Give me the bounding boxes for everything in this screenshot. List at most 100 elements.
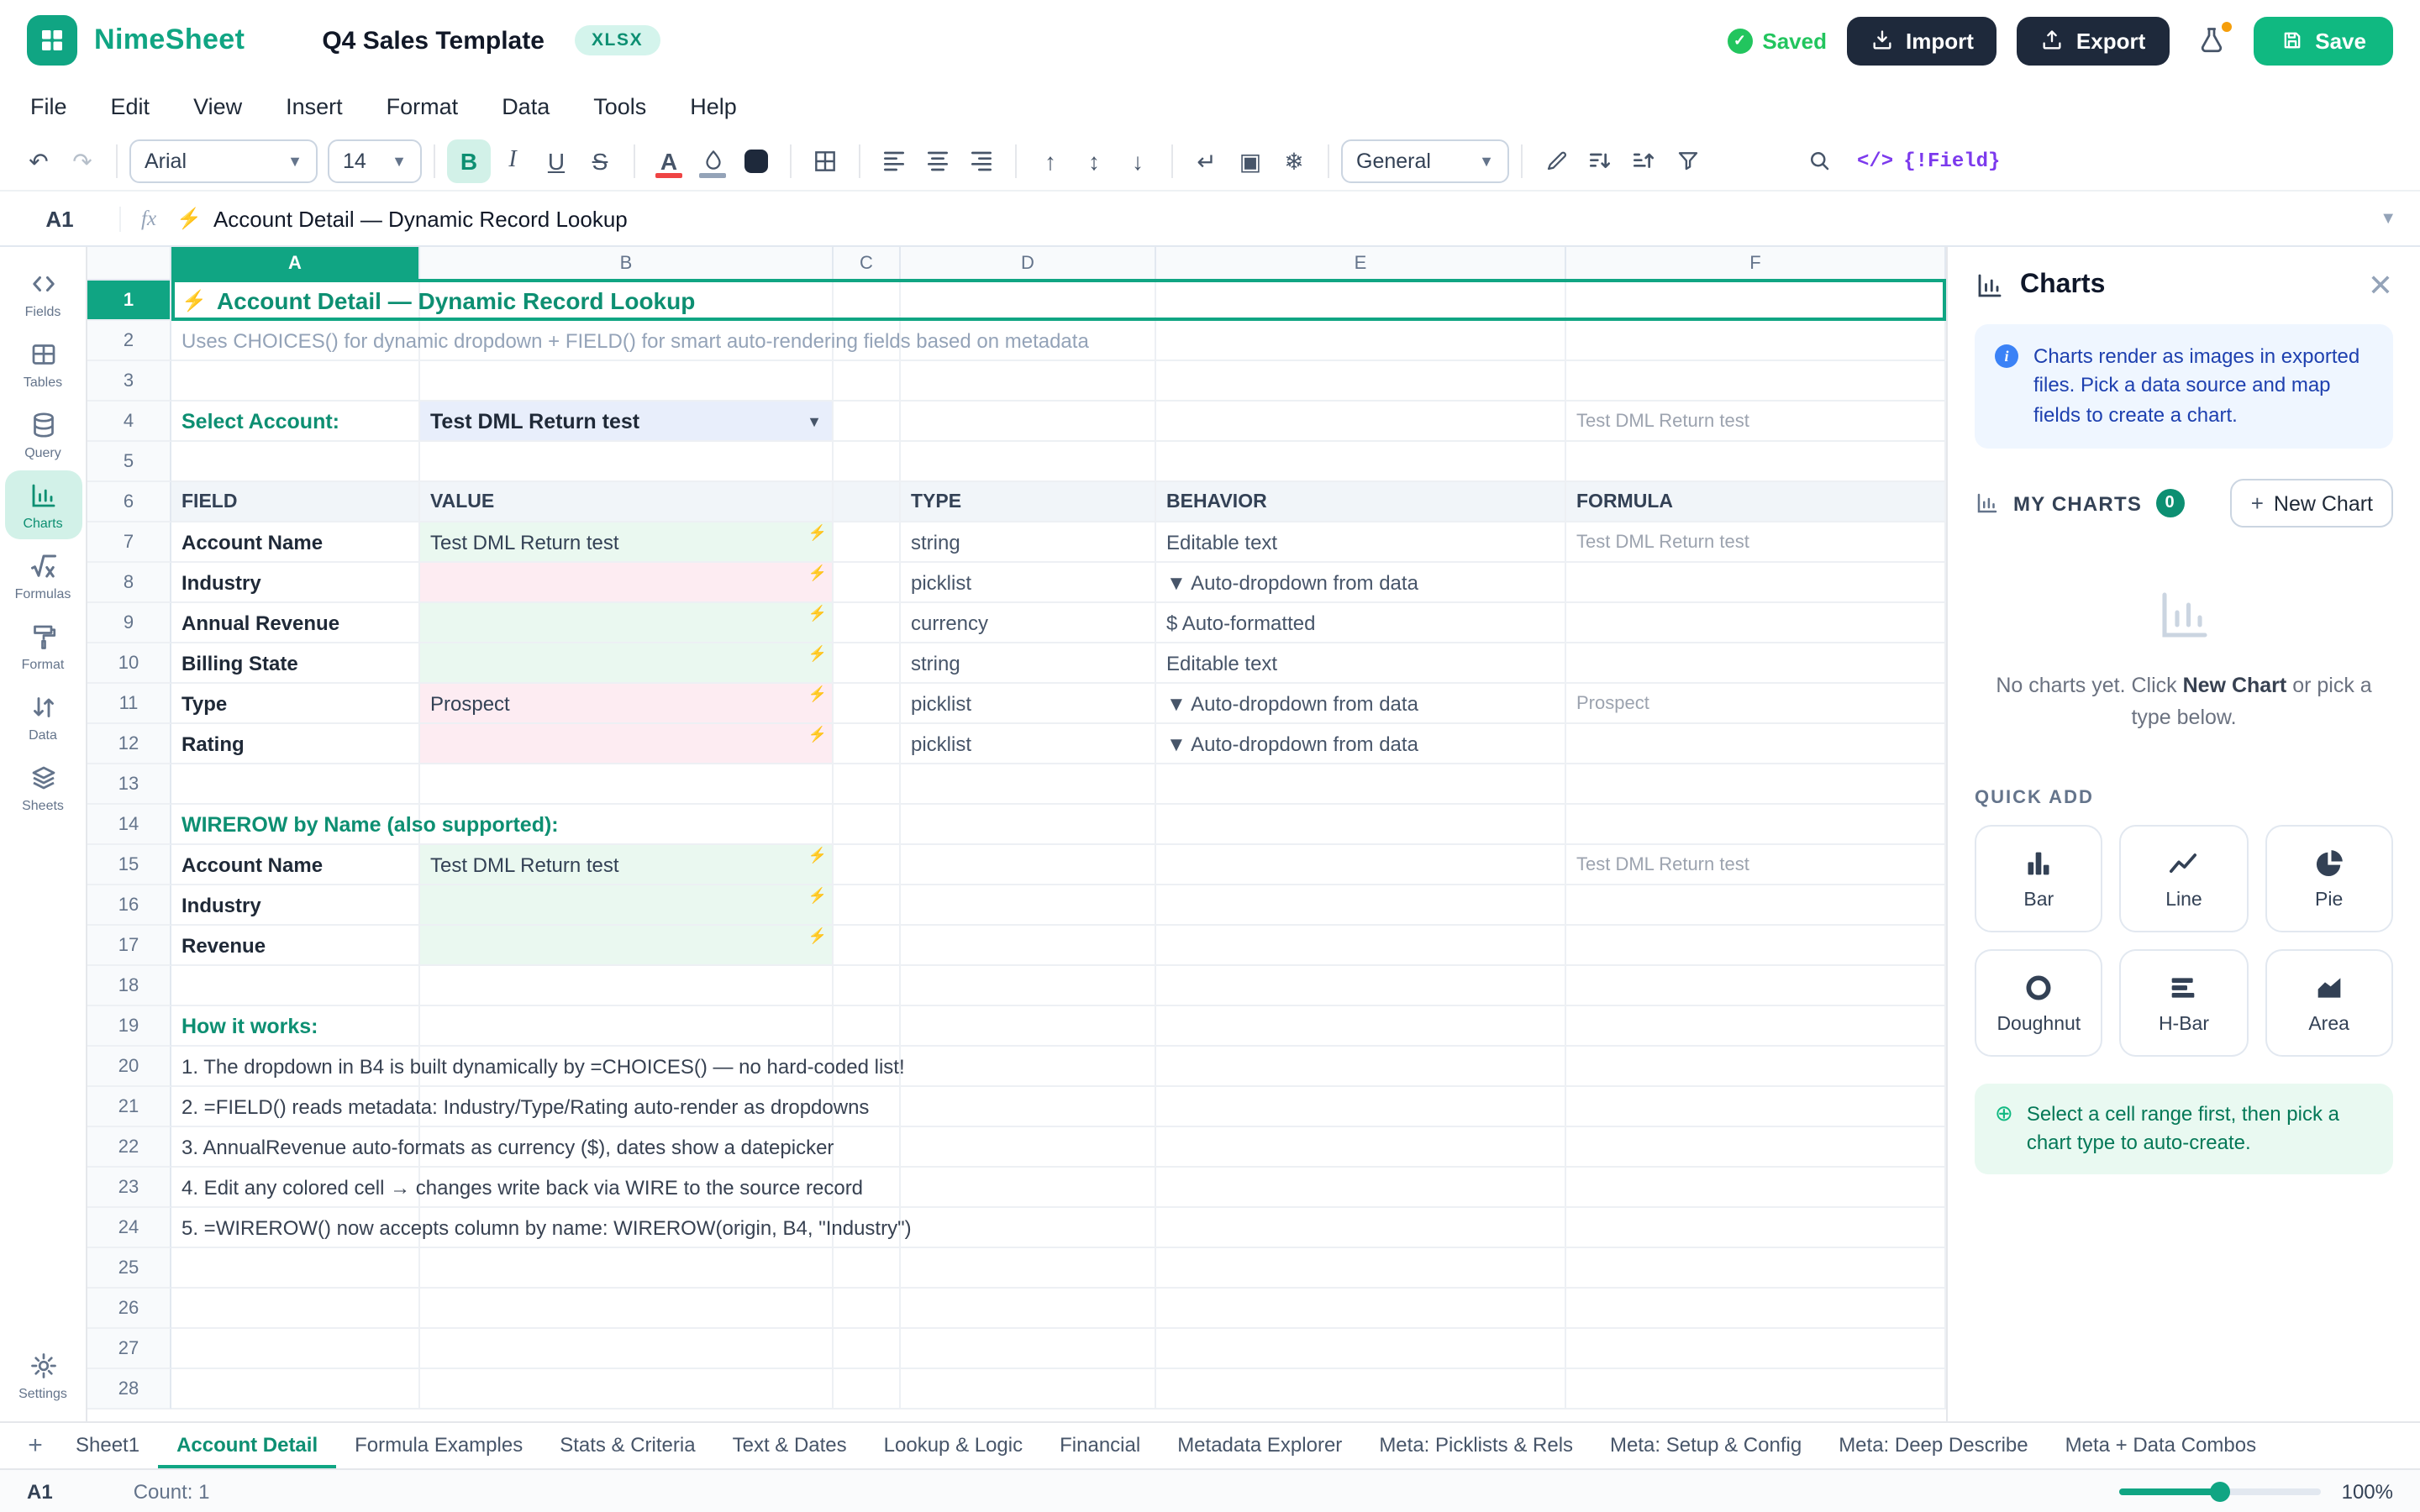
cell-C3[interactable]	[834, 361, 901, 402]
cell-B7[interactable]: Test DML Return test⚡	[420, 522, 834, 563]
cell-D20[interactable]	[901, 1047, 1156, 1087]
cell-C28[interactable]	[834, 1369, 901, 1410]
cell-C15[interactable]	[834, 845, 901, 885]
cell-F12[interactable]	[1566, 724, 1946, 764]
cell-D23[interactable]	[901, 1168, 1156, 1208]
undo-button[interactable]: ↶	[17, 139, 60, 182]
cell-D19[interactable]	[901, 1006, 1156, 1047]
quick-add-bar[interactable]: Bar	[1975, 824, 2103, 932]
redo-button[interactable]: ↷	[60, 139, 104, 182]
quick-add-doughnut[interactable]: Doughnut	[1975, 948, 2103, 1056]
cell-A15[interactable]: Account Name	[171, 845, 420, 885]
row-header-13[interactable]: 13	[87, 764, 171, 805]
cell-C27[interactable]	[834, 1329, 901, 1369]
column-header-A[interactable]: A	[171, 247, 420, 281]
insert-image-button[interactable]: ▣	[1228, 139, 1272, 182]
cell-A3[interactable]	[171, 361, 420, 402]
cell-A21[interactable]: 2. =FIELD() reads metadata: Industry/Typ…	[171, 1087, 420, 1127]
cell-reference-box[interactable]: A1	[0, 206, 121, 231]
sheet-tab-financial[interactable]: Financial	[1041, 1423, 1159, 1468]
cell-A12[interactable]: Rating	[171, 724, 420, 764]
row-header-14[interactable]: 14	[87, 805, 171, 845]
cell-D15[interactable]	[901, 845, 1156, 885]
new-chart-button[interactable]: + New Chart	[2231, 479, 2393, 528]
sidebar-item-sheets[interactable]: Sheets	[4, 753, 82, 822]
cell-B5[interactable]	[420, 442, 834, 482]
formula-expand-caret[interactable]: ▼	[2380, 209, 2396, 228]
cell-F2[interactable]	[1566, 321, 1946, 361]
font-size-select[interactable]: 14▼	[328, 139, 422, 182]
font-family-select[interactable]: Arial▼	[129, 139, 318, 182]
cell-B15[interactable]: Test DML Return test⚡	[420, 845, 834, 885]
sheet-tab-meta-data-combos[interactable]: Meta + Data Combos	[2047, 1423, 2275, 1468]
cell-B26[interactable]	[420, 1289, 834, 1329]
sheet-tab-meta-picklists-rels[interactable]: Meta: Picklists & Rels	[1360, 1423, 1591, 1468]
document-title[interactable]: Q4 Sales Template	[322, 26, 544, 55]
cell-A14[interactable]: WIREROW by Name (also supported):	[171, 805, 420, 845]
row-header-11[interactable]: 11	[87, 684, 171, 724]
sidebar-item-query[interactable]: Query	[4, 400, 82, 469]
cell-F9[interactable]	[1566, 603, 1946, 643]
menu-help[interactable]: Help	[690, 93, 737, 118]
row-header-24[interactable]: 24	[87, 1208, 171, 1248]
row-header-4[interactable]: 4	[87, 402, 171, 442]
freeze-button[interactable]: ❄	[1272, 139, 1316, 182]
cell-D10[interactable]: string	[901, 643, 1156, 684]
cell-F22[interactable]	[1566, 1127, 1946, 1168]
cell-F23[interactable]	[1566, 1168, 1946, 1208]
quick-add-pie[interactable]: Pie	[2265, 824, 2393, 932]
cell-F1[interactable]	[1566, 281, 1946, 321]
cell-F26[interactable]	[1566, 1289, 1946, 1329]
cell-A2[interactable]: Uses CHOICES() for dynamic dropdown + FI…	[171, 321, 420, 361]
cell-A25[interactable]	[171, 1248, 420, 1289]
cell-A1[interactable]: ⚡Account Detail — Dynamic Record Lookup	[171, 281, 420, 321]
menu-format[interactable]: Format	[387, 93, 459, 118]
row-header-10[interactable]: 10	[87, 643, 171, 684]
sidebar-item-format[interactable]: Format	[4, 612, 82, 680]
row-header-2[interactable]: 2	[87, 321, 171, 361]
sheet-tab-sheet1[interactable]: Sheet1	[57, 1423, 158, 1468]
sidebar-item-fields[interactable]: Fields	[4, 259, 82, 328]
cell-D21[interactable]	[901, 1087, 1156, 1127]
cell-B8[interactable]: ⚡	[420, 563, 834, 603]
align-center-button[interactable]	[916, 139, 960, 182]
cell-E8[interactable]: ▼ Auto-dropdown from data	[1156, 563, 1566, 603]
cell-F24[interactable]	[1566, 1208, 1946, 1248]
cell-F15[interactable]: Test DML Return test	[1566, 845, 1946, 885]
cell-B13[interactable]	[420, 764, 834, 805]
cell-A22[interactable]: 3. AnnualRevenue auto-formats as currenc…	[171, 1127, 420, 1168]
menu-data[interactable]: Data	[502, 93, 550, 118]
sort-asc-button[interactable]	[1578, 139, 1622, 182]
cell-C1[interactable]	[834, 281, 901, 321]
row-header-8[interactable]: 8	[87, 563, 171, 603]
export-button[interactable]: Export	[2018, 16, 2169, 65]
cell-F27[interactable]	[1566, 1329, 1946, 1369]
cell-F17[interactable]	[1566, 926, 1946, 966]
row-header-28[interactable]: 28	[87, 1369, 171, 1410]
field-token-button[interactable]: </> {!Field}	[1857, 149, 2000, 172]
search-button[interactable]	[1797, 139, 1840, 182]
cell-A10[interactable]: Billing State	[171, 643, 420, 684]
cell-E15[interactable]	[1156, 845, 1566, 885]
cell-B16[interactable]: ⚡	[420, 885, 834, 926]
row-header-16[interactable]: 16	[87, 885, 171, 926]
cell-C13[interactable]	[834, 764, 901, 805]
align-left-button[interactable]	[872, 139, 916, 182]
cell-E2[interactable]	[1156, 321, 1566, 361]
close-icon[interactable]: ✕	[2368, 270, 2393, 301]
cell-D4[interactable]	[901, 402, 1156, 442]
cell-E13[interactable]	[1156, 764, 1566, 805]
cell-E21[interactable]	[1156, 1087, 1566, 1127]
cell-F25[interactable]	[1566, 1248, 1946, 1289]
row-header-23[interactable]: 23	[87, 1168, 171, 1208]
column-header-D[interactable]: D	[901, 247, 1156, 281]
cell-A13[interactable]	[171, 764, 420, 805]
strikethrough-button[interactable]: S	[578, 139, 622, 182]
menu-insert[interactable]: Insert	[286, 93, 343, 118]
zoom-slider-knob[interactable]	[2211, 1481, 2231, 1501]
cell-A24[interactable]: 5. =WIREROW() now accepts column by name…	[171, 1208, 420, 1248]
cell-B18[interactable]	[420, 966, 834, 1006]
cell-B3[interactable]	[420, 361, 834, 402]
cell-E1[interactable]	[1156, 281, 1566, 321]
sidebar-item-formulas[interactable]: Formulas	[4, 541, 82, 610]
